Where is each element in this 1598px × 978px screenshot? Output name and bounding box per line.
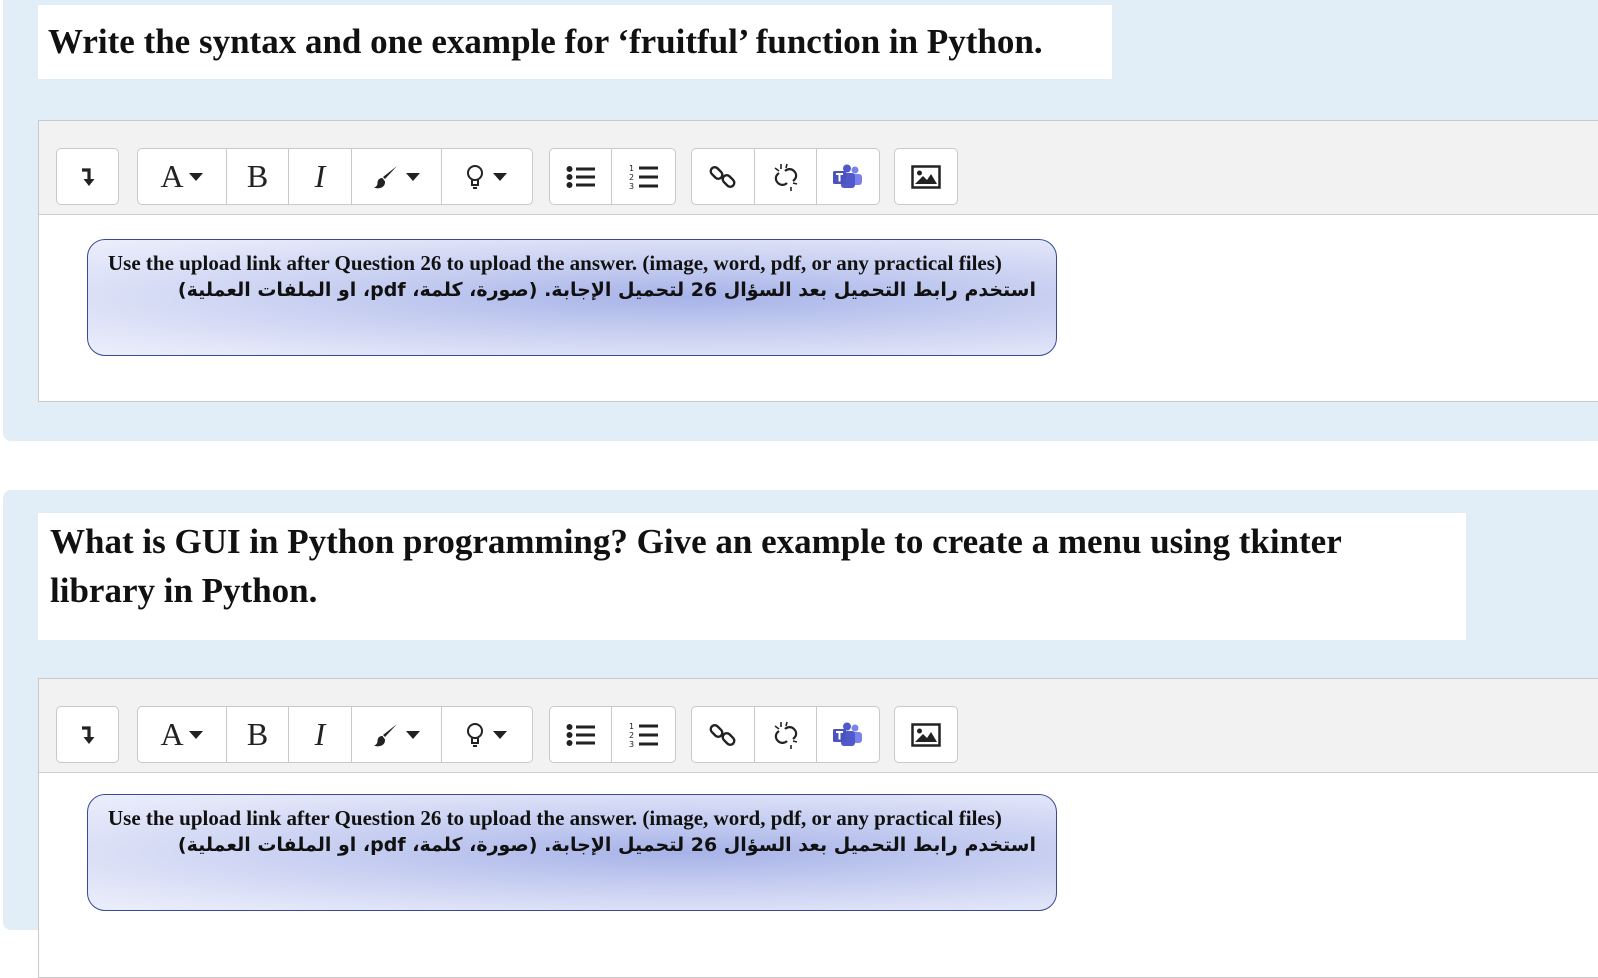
editor-toolbar: A B I 1 2 3 [39, 679, 1598, 773]
toolbar-toggle-button[interactable] [57, 707, 118, 762]
insert-image-button[interactable] [895, 149, 957, 204]
teams-icon [833, 164, 862, 188]
toggle-toolbar-icon [81, 167, 94, 186]
toolbar-group-lists: 123 [549, 148, 676, 205]
numbered-list-icon: 123 [629, 164, 658, 191]
chevron-down-icon [493, 172, 507, 181]
svg-text:3: 3 [629, 182, 634, 191]
italic-button[interactable]: I [289, 149, 352, 204]
answer-editor: A B I 1 2 3 Use the upload link after Qu… [38, 678, 1598, 978]
upload-notice: Use the upload link after Question 26 to… [87, 239, 1057, 356]
toolbar-group-format: A B I [137, 148, 533, 205]
bold-icon: B [246, 158, 269, 194]
toolbar-group-links [691, 148, 880, 205]
bullet-list-button[interactable] [550, 149, 612, 204]
lightbulb-icon [467, 722, 483, 747]
bullet-list-icon [566, 165, 595, 188]
link-button[interactable] [692, 149, 755, 204]
text-color-button[interactable] [352, 707, 442, 762]
notice-arabic-text: استخدم رابط التحميل بعد السؤال 26 لتحميل… [177, 834, 1036, 856]
teams-meeting-button[interactable] [817, 149, 879, 204]
unlink-button[interactable] [755, 149, 817, 204]
unlink-icon [774, 721, 797, 749]
editor-toolbar: A B I 1 2 3 [39, 121, 1598, 215]
unlink-icon [774, 163, 797, 191]
notice-english-text: Use the upload link after Question 26 to… [108, 251, 1002, 275]
svg-text:2: 2 [629, 173, 634, 182]
question-panel-1: Write the syntax and one example for ‘fr… [3, 0, 1598, 441]
notice-english-text: Use the upload link after Question 26 to… [108, 806, 1002, 830]
toolbar-group-toggle [56, 706, 119, 763]
toolbar-group-toggle [56, 148, 119, 205]
brush-icon [373, 723, 397, 746]
chevron-down-icon [188, 172, 203, 181]
link-button[interactable] [692, 707, 755, 762]
upload-notice: Use the upload link after Question 26 to… [87, 794, 1057, 911]
toggle-toolbar-icon [81, 725, 94, 744]
chevron-down-icon [405, 730, 420, 739]
unlink-button[interactable] [755, 707, 817, 762]
toolbar-toggle-button[interactable] [57, 149, 118, 204]
text-color-button[interactable] [352, 149, 442, 204]
chevron-down-icon [493, 730, 507, 739]
font-family-icon: A [160, 158, 184, 194]
link-icon [709, 165, 736, 188]
chevron-down-icon [405, 172, 420, 181]
svg-text:2: 2 [629, 731, 634, 740]
numbered-list-button[interactable]: 123 [612, 707, 675, 762]
link-icon [709, 723, 736, 746]
highlight-button[interactable] [442, 149, 532, 204]
svg-text:1: 1 [629, 722, 634, 731]
image-icon [911, 164, 941, 189]
bold-button[interactable]: B [227, 707, 289, 762]
italic-button[interactable]: I [289, 707, 352, 762]
question-panel-2: What is GUI in Python programming? Give … [3, 490, 1598, 978]
teams-meeting-button[interactable] [817, 707, 879, 762]
svg-text:1: 1 [629, 164, 634, 173]
answer-editor: A B I 1 2 3 Use the upload link after Qu… [38, 120, 1598, 402]
font-family-button[interactable]: A [138, 149, 227, 204]
italic-icon: I [314, 716, 326, 752]
bold-button[interactable]: B [227, 149, 289, 204]
numbered-list-button[interactable]: 123 [612, 149, 675, 204]
svg-text:3: 3 [629, 740, 634, 749]
bold-icon: B [246, 716, 269, 752]
numbered-list-icon: 123 [629, 722, 658, 749]
toolbar-group-format: A B I [137, 706, 533, 763]
highlight-button[interactable] [442, 707, 532, 762]
insert-image-button[interactable] [895, 707, 957, 762]
bullet-list-icon [566, 723, 595, 746]
teams-icon [833, 722, 862, 746]
chevron-down-icon [188, 730, 203, 739]
toolbar-group-links [691, 706, 880, 763]
italic-icon: I [314, 158, 326, 194]
image-icon [911, 722, 941, 747]
toolbar-group-media [894, 706, 958, 763]
question-text: Write the syntax and one example for ‘fr… [38, 5, 1112, 79]
bullet-list-button[interactable] [550, 707, 612, 762]
notice-arabic-text: استخدم رابط التحميل بعد السؤال 26 لتحميل… [177, 279, 1036, 301]
toolbar-group-lists: 123 [549, 706, 676, 763]
font-family-icon: A [160, 716, 184, 752]
question-text: What is GUI in Python programming? Give … [38, 513, 1466, 640]
lightbulb-icon [467, 164, 483, 189]
brush-icon [373, 165, 397, 188]
font-family-button[interactable]: A [138, 707, 227, 762]
toolbar-group-media [894, 148, 958, 205]
